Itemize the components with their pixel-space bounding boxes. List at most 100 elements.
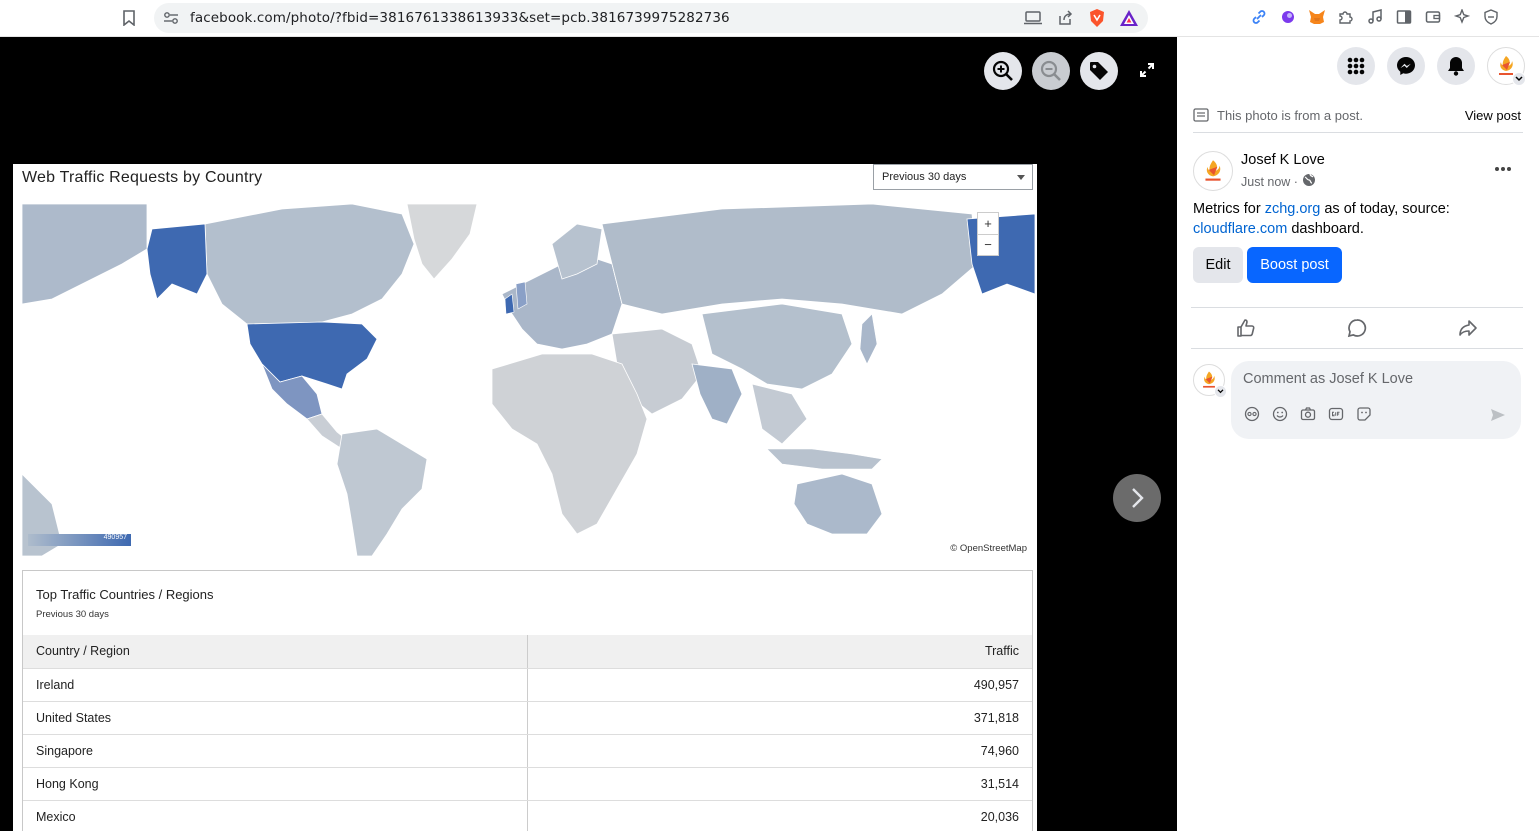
avatar-sticker-icon[interactable]: [1243, 405, 1261, 423]
next-photo-button[interactable]: [1113, 474, 1161, 522]
table-row: United States 371,818: [23, 701, 1032, 735]
top-countries-panel: Top Traffic Countries / Regions Previous…: [22, 570, 1033, 831]
zoom-in-button[interactable]: [984, 52, 1022, 90]
notifications-button[interactable]: [1437, 47, 1475, 85]
post-text-part: dashboard.: [1287, 221, 1364, 237]
country-cell: Singapore: [23, 734, 527, 768]
share-icon[interactable]: [1052, 6, 1078, 30]
account-avatar-button[interactable]: [1487, 47, 1526, 86]
edit-button[interactable]: Edit: [1193, 247, 1243, 283]
map-zoom-in: +: [978, 213, 998, 235]
link-cloudflare[interactable]: cloudflare.com: [1193, 221, 1287, 237]
brave-rewards-icon[interactable]: [1116, 6, 1142, 30]
period-select-value: Previous 30 days: [882, 171, 967, 183]
map-zoom-out: −: [984, 237, 992, 253]
emoji-icon[interactable]: [1271, 405, 1289, 423]
extensions-row: [1246, 5, 1504, 29]
site-settings-icon[interactable]: [162, 9, 180, 27]
brave-shield-icon[interactable]: [1084, 6, 1110, 30]
camera-icon[interactable]: [1299, 405, 1317, 423]
photo-post-note: This photo is from a post. View post: [1193, 107, 1523, 133]
browser-toolbar: facebook.com/photo/?fbid=381676133861393…: [0, 0, 1539, 37]
extensions-puzzle-icon[interactable]: [1333, 5, 1359, 29]
thumbs-up-icon: [1237, 319, 1255, 337]
sticker-icon[interactable]: [1355, 405, 1373, 423]
author-name[interactable]: Josef K Love: [1241, 152, 1325, 168]
country-cell: Hong Kong: [23, 767, 527, 801]
panel-title: Top Traffic Countries / Regions: [36, 587, 214, 602]
traffic-cell: 20,036: [526, 800, 1032, 831]
cast-icon[interactable]: [1020, 6, 1046, 30]
post-timestamp: Just now ·: [1241, 173, 1316, 190]
world-map-graphic: [22, 204, 1035, 556]
column-header-country: Country / Region: [23, 635, 527, 669]
boost-post-button[interactable]: Boost post: [1247, 247, 1342, 283]
share-arrow-icon: [1459, 320, 1477, 336]
traffic-cell: 74,960: [526, 734, 1032, 768]
table-row: Hong Kong 31,514: [23, 767, 1032, 801]
post-text-part: as of today, source:: [1320, 201, 1450, 217]
messenger-button[interactable]: [1387, 47, 1425, 85]
like-button[interactable]: [1233, 315, 1259, 341]
tag-photo-button[interactable]: [1080, 52, 1118, 90]
post-text: Metrics for zchg.org as of today, source…: [1193, 199, 1523, 239]
send-comment-button[interactable]: [1489, 406, 1507, 424]
map-zoom-control: + −: [977, 212, 999, 256]
table-row: Ireland 490,957: [23, 668, 1032, 702]
photo-viewer: Web Traffic Requests by Country Previous…: [0, 37, 1177, 831]
address-bar[interactable]: facebook.com/photo/?fbid=381676133861393…: [154, 3, 1148, 33]
map-legend: 490957: [28, 534, 131, 546]
zoom-out-button[interactable]: [1032, 52, 1070, 90]
post-text-part: Metrics for: [1193, 201, 1265, 217]
chevron-down-icon: [1512, 72, 1526, 86]
traffic-cell: 31,514: [526, 767, 1032, 801]
send-icon: [1491, 409, 1505, 421]
panel-subtitle: Previous 30 days: [36, 609, 109, 620]
traffic-cell: 371,818: [526, 701, 1032, 735]
country-cell: United States: [23, 701, 527, 735]
bookmark-icon[interactable]: [116, 6, 142, 30]
country-cell: Ireland: [23, 668, 527, 702]
comment-input[interactable]: Comment as Josef K Love: [1231, 361, 1521, 439]
table-row: Mexico 20,036: [23, 800, 1032, 831]
link-icon[interactable]: [1246, 5, 1272, 29]
traffic-table: Country / Region Traffic Ireland 490,957…: [23, 635, 1032, 831]
photo-content-dashboard: Web Traffic Requests by Country Previous…: [13, 164, 1037, 831]
leo-ai-icon[interactable]: [1449, 5, 1475, 29]
chevron-down-icon: [1214, 385, 1227, 398]
vpn-shield-icon[interactable]: [1478, 5, 1504, 29]
sidebar-toggle-icon[interactable]: [1391, 5, 1417, 29]
country-cell: Mexico: [23, 800, 527, 831]
top-nav-icons: [1337, 47, 1526, 86]
comment-bubble-icon: [1347, 319, 1367, 338]
url-text[interactable]: facebook.com/photo/?fbid=381676133861393…: [190, 10, 730, 26]
post-options-button[interactable]: [1491, 157, 1515, 181]
more-dots-icon: [1495, 167, 1511, 171]
fullscreen-icon[interactable]: [1134, 57, 1160, 83]
wallet-icon[interactable]: [1420, 5, 1446, 29]
metamask-icon[interactable]: [1304, 5, 1330, 29]
table-header-row: Country / Region Traffic: [23, 635, 1032, 669]
post-icon: [1193, 108, 1209, 127]
post-side-panel: This photo is from a post. View post Jos…: [1177, 37, 1539, 831]
caret-down-icon: [1017, 175, 1025, 180]
comment-button[interactable]: [1344, 315, 1370, 341]
column-header-traffic: Traffic: [526, 635, 1032, 669]
love-letter-logo-icon: [1205, 160, 1221, 181]
post-time-text[interactable]: Just now ·: [1241, 175, 1298, 189]
music-icon[interactable]: [1362, 5, 1388, 29]
commenter-avatar[interactable]: [1193, 364, 1227, 398]
comment-placeholder: Comment as Josef K Love: [1243, 371, 1414, 387]
view-post-link[interactable]: View post: [1465, 108, 1521, 123]
post-note-text: This photo is from a post.: [1217, 108, 1363, 123]
link-zchg[interactable]: zchg.org: [1265, 201, 1321, 217]
author-avatar[interactable]: [1193, 151, 1233, 191]
period-select: Previous 30 days: [873, 164, 1033, 190]
map-attribution: © OpenStreetMap: [948, 543, 1029, 554]
share-button[interactable]: [1455, 315, 1481, 341]
menu-grid-button[interactable]: [1337, 47, 1375, 85]
comment-tools: [1243, 405, 1373, 423]
table-row: Singapore 74,960: [23, 734, 1032, 768]
extension-orb-icon[interactable]: [1275, 5, 1301, 29]
gif-icon[interactable]: [1327, 405, 1345, 423]
